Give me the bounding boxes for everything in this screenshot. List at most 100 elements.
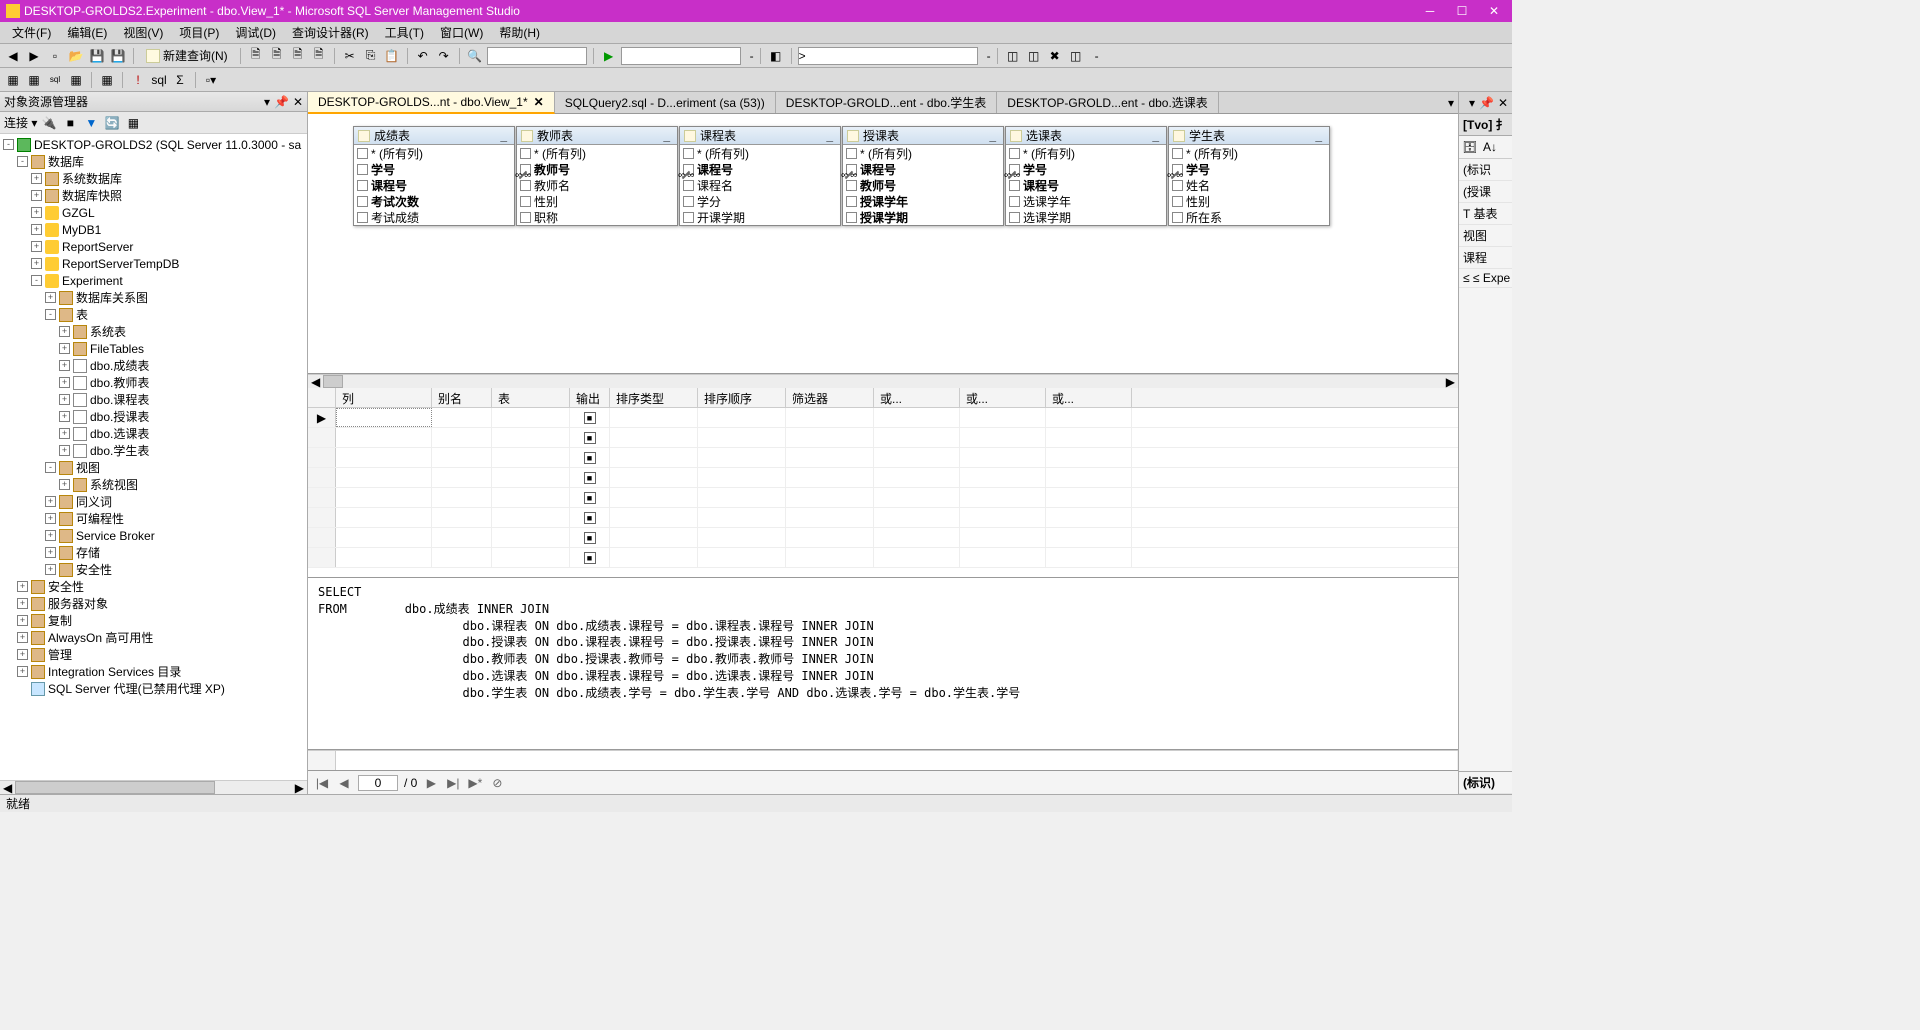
grid-header-3[interactable]: 输出: [570, 388, 610, 407]
grid-cell[interactable]: [432, 408, 492, 427]
tree-management[interactable]: +管理: [0, 646, 307, 663]
toolbar-db1-icon[interactable]: 🗎: [247, 47, 265, 65]
grid-header-1[interactable]: 别名: [432, 388, 492, 407]
output-checkbox[interactable]: ■: [584, 432, 596, 444]
column-checkbox[interactable]: [357, 180, 368, 191]
table-minimize-icon[interactable]: _: [1312, 129, 1325, 143]
grid-cell[interactable]: [960, 428, 1046, 447]
window-min[interactable]: ─: [1418, 4, 1442, 18]
grid-cell[interactable]: [432, 448, 492, 467]
grid-cell[interactable]: [610, 448, 698, 467]
column-item[interactable]: 性别: [1169, 193, 1329, 209]
toolbar-open-icon[interactable]: 📂: [67, 47, 85, 65]
menu-debug[interactable]: 调试(D): [227, 22, 284, 43]
toolbar-breakpoint-combo[interactable]: [798, 47, 978, 65]
column-checkbox[interactable]: [683, 148, 694, 159]
column-item[interactable]: 课程号: [843, 161, 1003, 177]
grid-cell[interactable]: ■: [570, 468, 610, 487]
column-checkbox[interactable]: [846, 180, 857, 191]
tree-reportserver[interactable]: +ReportServer: [0, 238, 307, 255]
grid-cell[interactable]: [960, 508, 1046, 527]
toolbar-db3-icon[interactable]: 🗎: [289, 47, 307, 65]
column-checkbox[interactable]: [846, 196, 857, 207]
grid-cell[interactable]: [336, 548, 432, 567]
tree-servicebroker[interactable]: +Service Broker: [0, 527, 307, 544]
diagram-table-教师表[interactable]: 教师表_* (所有列)教师号教师名性别职称: [516, 126, 678, 226]
tree-tbl-xuanke[interactable]: +dbo.选课表: [0, 425, 307, 442]
toolbar-saveall-icon[interactable]: 💾: [109, 47, 127, 65]
criteria-row[interactable]: ▶■: [308, 408, 1458, 428]
tree-tables[interactable]: -表: [0, 306, 307, 323]
nav-last-icon[interactable]: ▶|: [445, 775, 461, 791]
criteria-pane[interactable]: 列别名表输出排序类型排序顺序筛选器或...或...或... ▶■■■■■■■■: [308, 388, 1458, 578]
grid-cell[interactable]: [610, 488, 698, 507]
column-item[interactable]: 教师名: [517, 177, 677, 193]
grid-cell[interactable]: [698, 408, 786, 427]
toolbar-misc2-icon[interactable]: ◫: [1025, 47, 1043, 65]
output-checkbox[interactable]: ■: [584, 552, 596, 564]
tree-server[interactable]: -DESKTOP-GROLDS2 (SQL Server 11.0.3000 -…: [0, 136, 307, 153]
grid-cell[interactable]: [874, 448, 960, 467]
tree-experiment[interactable]: -Experiment: [0, 272, 307, 289]
column-item[interactable]: * (所有列): [1006, 145, 1166, 161]
window-max[interactable]: ☐: [1450, 4, 1474, 18]
grid-cell[interactable]: [874, 428, 960, 447]
row-selector[interactable]: [308, 488, 336, 507]
tb2-verify-icon[interactable]: sql: [150, 71, 168, 89]
grid-header-8[interactable]: 或...: [960, 388, 1046, 407]
column-item[interactable]: 教师号: [843, 177, 1003, 193]
column-checkbox[interactable]: [520, 148, 531, 159]
grid-cell[interactable]: [492, 488, 570, 507]
output-checkbox[interactable]: ■: [584, 512, 596, 524]
grid-cell[interactable]: [698, 488, 786, 507]
diagram-table-课程表[interactable]: 课程表_* (所有列)课程号课程名学分开课学期: [679, 126, 841, 226]
prop-sort-icon[interactable]: 🗄: [1461, 138, 1479, 156]
grid-cell[interactable]: [432, 548, 492, 567]
grid-cell[interactable]: [874, 548, 960, 567]
column-checkbox[interactable]: [520, 164, 531, 175]
menu-view[interactable]: 视图(V): [115, 22, 171, 43]
grid-cell[interactable]: [960, 468, 1046, 487]
toolbar-db2-icon[interactable]: 🗎: [268, 47, 286, 65]
grid-cell[interactable]: [960, 448, 1046, 467]
toolbar-misc3-icon[interactable]: ✖: [1046, 47, 1064, 65]
grid-cell[interactable]: [432, 528, 492, 547]
column-item[interactable]: 所在系: [1169, 209, 1329, 225]
grid-header-7[interactable]: 或...: [874, 388, 960, 407]
column-checkbox[interactable]: [683, 196, 694, 207]
menu-file[interactable]: 文件(F): [4, 22, 59, 43]
tree-sqlagent[interactable]: SQL Server 代理(已禁用代理 XP): [0, 680, 307, 697]
column-checkbox[interactable]: [683, 180, 694, 191]
grid-cell[interactable]: [786, 528, 874, 547]
toolbar-db4-icon[interactable]: 🗎: [310, 47, 328, 65]
nav-cancel-icon[interactable]: ⊘: [489, 775, 505, 791]
row-selector[interactable]: [308, 548, 336, 567]
tree-alwayson[interactable]: +AlwaysOn 高可用性: [0, 629, 307, 646]
grid-cell[interactable]: [610, 468, 698, 487]
tree-mydb1[interactable]: +MyDB1: [0, 221, 307, 238]
criteria-row[interactable]: ■: [308, 488, 1458, 508]
grid-cell[interactable]: [698, 528, 786, 547]
row-selector[interactable]: [308, 428, 336, 447]
tree-tbl-kecheng[interactable]: +dbo.课程表: [0, 391, 307, 408]
sql-pane[interactable]: SELECT FROM dbo.成绩表 INNER JOIN dbo.课程表 O…: [308, 578, 1458, 750]
tree-storage[interactable]: +存储: [0, 544, 307, 561]
tb2-addtable-icon[interactable]: ▦: [98, 71, 116, 89]
grid-cell[interactable]: [492, 508, 570, 527]
tree-security[interactable]: +安全性: [0, 578, 307, 595]
column-item[interactable]: * (所有列): [843, 145, 1003, 161]
grid-cell[interactable]: [786, 548, 874, 567]
nav-first-icon[interactable]: |◀: [314, 775, 330, 791]
output-checkbox[interactable]: ■: [584, 452, 596, 464]
criteria-row[interactable]: ■: [308, 428, 1458, 448]
column-checkbox[interactable]: [357, 196, 368, 207]
output-checkbox[interactable]: ■: [584, 472, 596, 484]
column-checkbox[interactable]: [520, 212, 531, 223]
grid-cell[interactable]: [336, 428, 432, 447]
row-selector[interactable]: [308, 508, 336, 527]
grid-cell[interactable]: [960, 408, 1046, 427]
grid-cell[interactable]: [786, 508, 874, 527]
column-checkbox[interactable]: [1009, 164, 1020, 175]
criteria-row[interactable]: ■: [308, 528, 1458, 548]
table-minimize-icon[interactable]: _: [823, 129, 836, 143]
